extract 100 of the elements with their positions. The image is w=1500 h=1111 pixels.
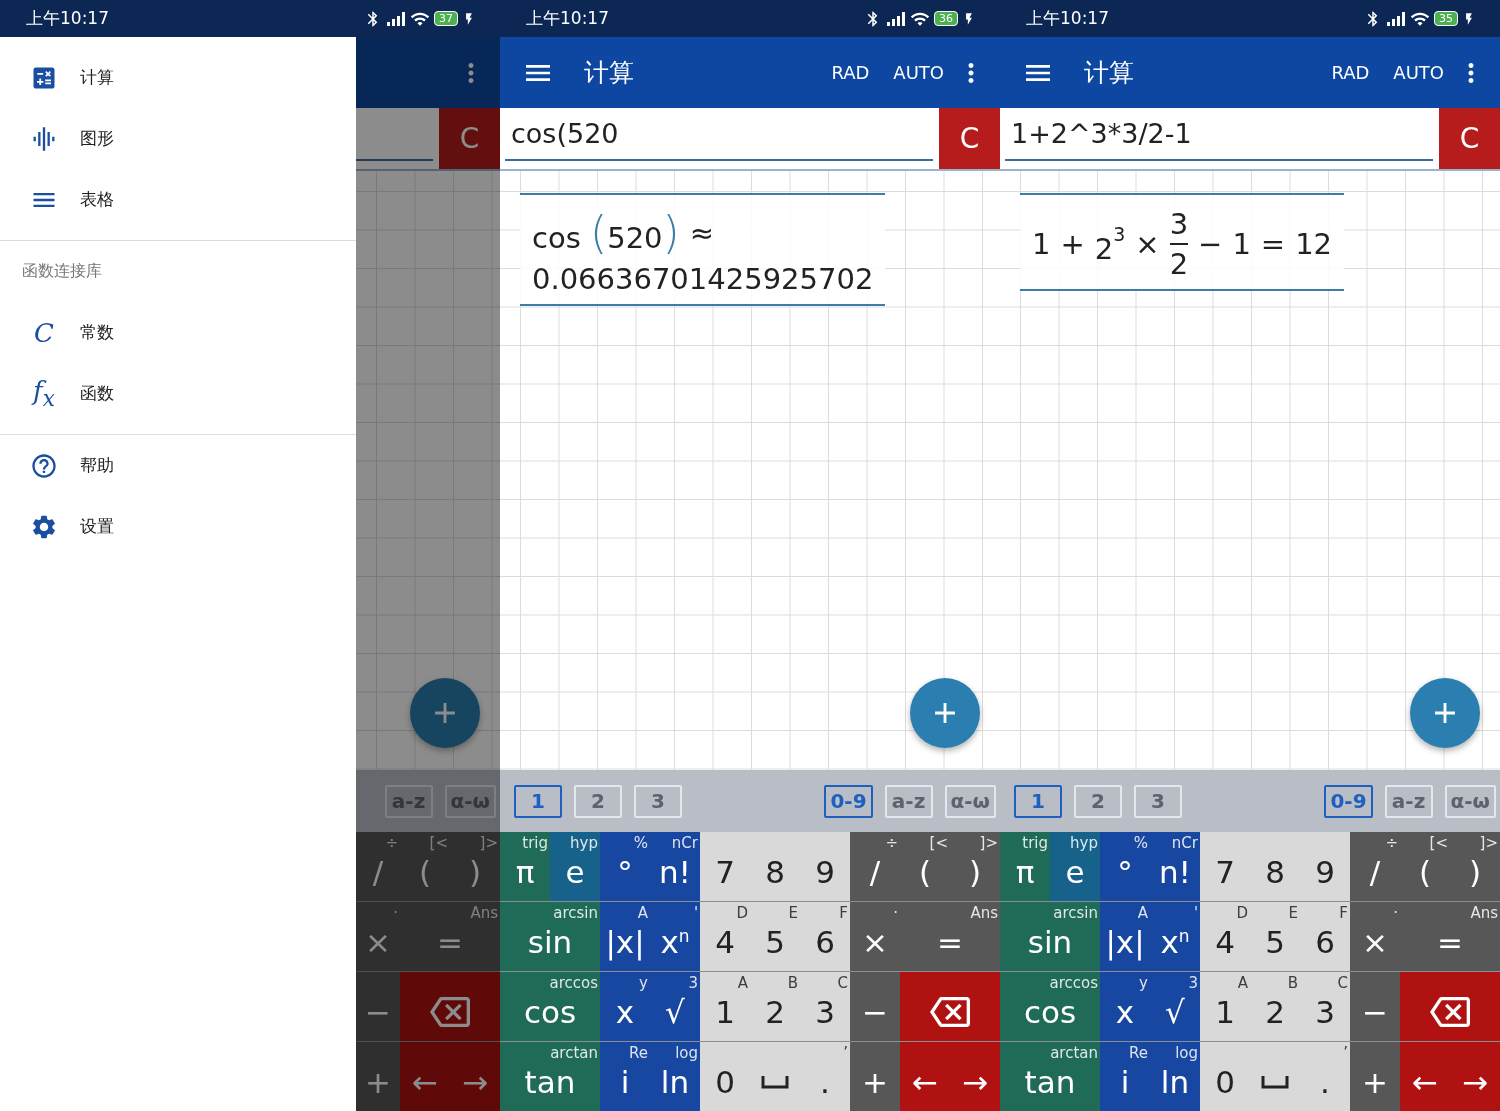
keyboard-key[interactable]: 7 — [1200, 832, 1250, 901]
keyboard-key[interactable]: B 2 — [1250, 972, 1300, 1041]
keyboard-key[interactable]: E 5 — [750, 902, 800, 971]
keyboard-key[interactable]: nCr n! — [1150, 832, 1200, 901]
keyboard-key[interactable]: D 4 — [700, 902, 750, 971]
keyboard-key[interactable]: Ans = — [900, 902, 1000, 971]
keyboard-key[interactable] — [900, 972, 1000, 1041]
keyboard-key[interactable]: A |x| — [600, 902, 650, 971]
drawer-item-label: 常数 — [80, 321, 114, 344]
clear-button[interactable]: C — [1439, 108, 1500, 169]
add-button[interactable] — [910, 678, 980, 748]
keyboard-key[interactable]: + — [356, 1042, 400, 1111]
keyboard-key[interactable]: 8 — [1250, 832, 1300, 901]
keyboard-key[interactable]: C 3 — [800, 972, 850, 1041]
keyboard-key[interactable]: 3 √ — [1150, 972, 1200, 1041]
keyboard-key[interactable]: 0 — [1200, 1042, 1250, 1111]
add-button[interactable] — [410, 678, 480, 748]
keyboard-key[interactable]: arccos cos — [500, 972, 600, 1041]
keyboard-key[interactable]: 7 — [700, 832, 750, 901]
keyboard-key[interactable]: [< ( — [900, 832, 950, 901]
keyboard-key[interactable]: A 1 — [1200, 972, 1250, 1041]
drawer-item[interactable]: 表格 — [0, 169, 356, 230]
clear-button[interactable]: C — [939, 108, 1000, 169]
keyboard-key[interactable]: · × — [356, 902, 400, 971]
keyboard-key[interactable]: ]> ) — [950, 832, 1000, 901]
keyboard-key[interactable]: hyp e — [550, 832, 600, 901]
keyboard-key[interactable]: Re i — [600, 1042, 650, 1111]
keyboard-key[interactable]: A |x| — [1100, 902, 1150, 971]
keyboard-key[interactable]: ' x$^{n}$ — [1150, 902, 1200, 971]
keyboard-key[interactable]: arcsin sin — [500, 902, 600, 971]
drawer-item[interactable]: C 常数 — [0, 302, 356, 363]
keyboard-key[interactable]: 8 — [750, 832, 800, 901]
keyboard-key[interactable]: → — [950, 1042, 1000, 1111]
keyboard-key[interactable]: ← — [400, 1042, 450, 1111]
keyboard-key[interactable]: arcsin sin — [1000, 902, 1100, 971]
format-mode-button[interactable]: AUTO — [1381, 62, 1456, 83]
drawer-item[interactable]: 图形 — [0, 108, 356, 169]
add-button[interactable] — [1410, 678, 1480, 748]
keyboard-key[interactable]: ← — [900, 1042, 950, 1111]
keyboard-key[interactable]: nCr n! — [650, 832, 700, 901]
keyboard-key[interactable]: → — [450, 1042, 500, 1111]
keyboard-key[interactable]: log ln — [650, 1042, 700, 1111]
keyboard-key[interactable]: ÷ / — [356, 832, 400, 901]
keyboard-key[interactable]: arctan tan — [500, 1042, 600, 1111]
keyboard-key[interactable]: D 4 — [1200, 902, 1250, 971]
angle-mode-button[interactable]: RAD — [819, 62, 882, 83]
keyboard-key[interactable]: F 6 — [1300, 902, 1350, 971]
keyboard-key[interactable]: trig π — [1000, 832, 1050, 901]
keyboard-key[interactable]: y x — [600, 972, 650, 1041]
keyboard-key[interactable] — [1400, 972, 1500, 1041]
expression-field[interactable]: cos(520 — [505, 108, 933, 161]
keyboard-key[interactable]: ’ . — [1300, 1042, 1350, 1111]
keyboard-key[interactable]: 9 — [800, 832, 850, 901]
keyboard-key[interactable]: Re i — [1100, 1042, 1150, 1111]
keyboard-key[interactable]: log ln — [1150, 1042, 1200, 1111]
keyboard-key[interactable]: arccos cos — [1000, 972, 1100, 1041]
keyboard-key[interactable]: ← — [1400, 1042, 1450, 1111]
key-hint: · — [893, 904, 898, 922]
keyboard-key[interactable]: E 5 — [1250, 902, 1300, 971]
keyboard-key[interactable]: [< ( — [400, 832, 450, 901]
keyboard-key[interactable]: Ans = — [400, 902, 500, 971]
toolbar-title: 计算 — [1084, 57, 1135, 89]
keyboard-key[interactable]: ' x$^{n}$ — [650, 902, 700, 971]
keyboard-key[interactable]: ÷ / — [1350, 832, 1400, 901]
keyboard-key[interactable]: 0 — [700, 1042, 750, 1111]
drawer-item[interactable]: 设置 — [0, 496, 356, 557]
keyboard-key[interactable]: trig π — [500, 832, 550, 901]
keyboard-key[interactable]: % ° — [1100, 832, 1150, 901]
keyboard-key[interactable]: · × — [1350, 902, 1400, 971]
keyboard-key[interactable]: F 6 — [800, 902, 850, 971]
keyboard-key[interactable]: → — [1450, 1042, 1500, 1111]
keyboard-key[interactable]: % ° — [600, 832, 650, 901]
drawer-item[interactable]: f$_{x}$ 函数 — [0, 363, 356, 424]
keyboard-key[interactable]: − — [1350, 972, 1400, 1041]
keyboard-key[interactable]: C 3 — [1300, 972, 1350, 1041]
dim-overlay[interactable] — [356, 37, 500, 1111]
drawer-item[interactable]: 计算 — [0, 47, 356, 108]
drawer-item[interactable]: 帮助 — [0, 435, 356, 496]
keyboard-key[interactable]: hyp e — [1050, 832, 1100, 901]
keyboard-key[interactable]: + — [850, 1042, 900, 1111]
keyboard-key[interactable]: Ans = — [1400, 902, 1500, 971]
keyboard-key[interactable]: − — [850, 972, 900, 1041]
keyboard-key[interactable]: B 2 — [750, 972, 800, 1041]
keyboard-key[interactable]: 3 √ — [650, 972, 700, 1041]
keyboard-key[interactable]: [< ( — [1400, 832, 1450, 901]
keyboard-key[interactable]: y x — [1100, 972, 1150, 1041]
keyboard-key[interactable]: · × — [850, 902, 900, 971]
keyboard-key[interactable]: − — [356, 972, 400, 1041]
angle-mode-button[interactable]: RAD — [1319, 62, 1382, 83]
keyboard-key[interactable]: A 1 — [700, 972, 750, 1041]
clear-button[interactable]: C — [439, 108, 500, 169]
keyboard-key[interactable]: ]> ) — [1450, 832, 1500, 901]
keyboard-key[interactable]: ’ . — [800, 1042, 850, 1111]
keyboard-key[interactable]: + — [1350, 1042, 1400, 1111]
keyboard-key[interactable]: ]> ) — [450, 832, 500, 901]
keyboard-key[interactable]: arctan tan — [1000, 1042, 1100, 1111]
keyboard-key[interactable]: ÷ / — [850, 832, 900, 901]
keyboard-key[interactable]: 9 — [1300, 832, 1350, 901]
format-mode-button[interactable]: AUTO — [881, 62, 956, 83]
expression-field[interactable]: 1+2^3*3/2-1 — [1005, 108, 1433, 161]
